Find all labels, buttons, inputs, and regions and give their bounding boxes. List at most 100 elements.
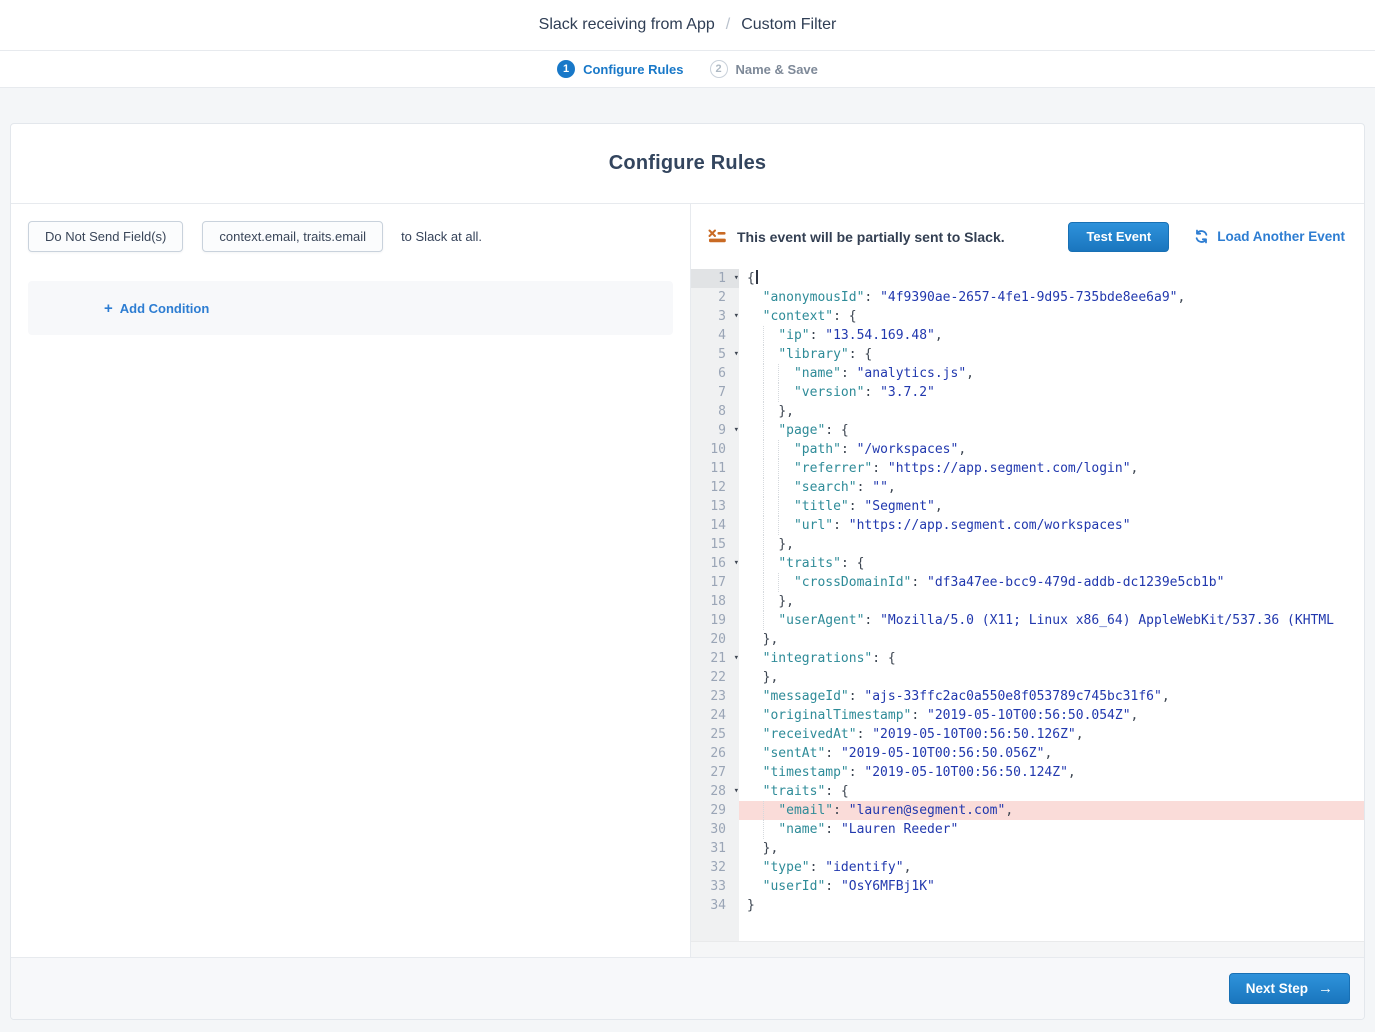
code-line: }, [739,839,1364,858]
fold-arrow-icon[interactable]: ▾ [734,650,739,667]
card-title-bar: Configure Rules [11,124,1364,204]
code-line: }, [739,592,1364,611]
line-number: 5▾ [691,345,739,364]
code-line: "title": "Segment", [739,497,1364,516]
fold-arrow-icon[interactable]: ▾ [734,270,739,287]
code-line: "url": "https://app.segment.com/workspac… [739,516,1364,535]
line-number: 12 [691,478,739,497]
code-line: "context": { [739,307,1364,326]
test-event-button[interactable]: Test Event [1068,222,1169,252]
add-condition-label: Add Condition [120,301,210,316]
code-line: "originalTimestamp": "2019-05-10T00:56:5… [739,706,1364,725]
card-footer: Next Step → [11,957,1364,1019]
fold-arrow-icon[interactable]: ▾ [734,783,739,800]
filter-action-dropdown[interactable]: Do Not Send Field(s) [28,221,183,252]
indent-guide [763,592,764,611]
rule-suffix-text: to Slack at all. [401,229,482,244]
breadcrumb-source[interactable]: Slack receiving from App [539,16,715,34]
next-step-button[interactable]: Next Step → [1229,973,1350,1004]
line-number: 21▾ [691,649,739,668]
line-number: 26 [691,744,739,763]
editor-code-area: { "anonymousId": "4f9390ae-2657-4fe1-9d9… [739,269,1364,941]
line-number: 18 [691,592,739,611]
breadcrumb-current: Custom Filter [741,16,836,34]
code-line: "page": { [739,421,1364,440]
line-number: 23 [691,687,739,706]
load-another-event-label: Load Another Event [1217,229,1345,244]
line-number: 24 [691,706,739,725]
code-line: "crossDomainId": "df3a47ee-bcc9-479d-add… [739,573,1364,592]
indent-guide [778,364,779,383]
code-line: "timestamp": "2019-05-10T00:56:50.124Z", [739,763,1364,782]
line-number: 32 [691,858,739,877]
code-line: "name": "Lauren Reeder" [739,820,1364,839]
indent-guide [763,820,764,839]
configure-rules-card: Configure Rules Do Not Send Field(s) con… [10,123,1365,1020]
indent-guide [763,801,764,820]
condition-box: + Add Condition [28,281,673,335]
line-number: 11 [691,459,739,478]
fold-arrow-icon[interactable]: ▾ [734,422,739,439]
step-name-and-save[interactable]: 2 Name & Save [710,60,818,78]
indent-guide [763,421,764,440]
code-line: "anonymousId": "4f9390ae-2657-4fe1-9d95-… [739,288,1364,307]
line-number: 14 [691,516,739,535]
filter-fields-icon [708,229,727,244]
line-number: 16▾ [691,554,739,573]
indent-guide [778,383,779,402]
indent-guide [778,573,779,592]
indent-guide [763,383,764,402]
fold-arrow-icon[interactable]: ▾ [734,308,739,325]
plus-icon: + [104,301,113,316]
line-number: 30 [691,820,739,839]
line-number: 25 [691,725,739,744]
load-another-event-button[interactable]: Load Another Event [1194,229,1345,244]
indent-guide [763,459,764,478]
code-line: }, [739,630,1364,649]
indent-guide [778,440,779,459]
editor-horizontal-scrollbar[interactable] [691,941,1364,957]
code-line: "receivedAt": "2019-05-10T00:56:50.126Z"… [739,725,1364,744]
code-line: } [739,896,1364,915]
indent-guide [763,402,764,421]
highlighted-code-line: "email": "lauren@segment.com", [739,801,1364,820]
page-title: Configure Rules [609,152,766,175]
indent-guide [763,326,764,345]
text-cursor [756,270,758,284]
event-preview-panel: This event will be partially sent to Sla… [691,204,1364,957]
indent-guide [763,573,764,592]
code-line: "type": "identify", [739,858,1364,877]
indent-guide [763,516,764,535]
code-line: "referrer": "https://app.segment.com/log… [739,459,1364,478]
line-number: 2 [691,288,739,307]
fold-arrow-icon[interactable]: ▾ [734,555,739,572]
json-code-editor[interactable]: 1▾23▾45▾6789▾10111213141516▾1718192021▾2… [691,269,1364,957]
add-condition-button[interactable]: + Add Condition [104,301,209,316]
code-line: "userAgent": "Mozilla/5.0 (X11; Linux x8… [739,611,1364,630]
code-line: "userId": "OsY6MFBj1K" [739,877,1364,896]
step-configure-rules[interactable]: 1 Configure Rules [557,60,683,78]
line-number: 17 [691,573,739,592]
code-line: "traits": { [739,782,1364,801]
fold-arrow-icon[interactable]: ▾ [734,346,739,363]
line-number: 3▾ [691,307,739,326]
steps-bar: 1 Configure Rules 2 Name & Save [0,51,1375,88]
indent-guide [778,497,779,516]
line-number: 27 [691,763,739,782]
indent-guide [778,459,779,478]
code-line: }, [739,668,1364,687]
indent-guide [778,478,779,497]
filter-fields-input[interactable]: context.email, traits.email [202,221,383,252]
line-number: 33 [691,877,739,896]
code-line: "traits": { [739,554,1364,573]
line-number: 6 [691,364,739,383]
line-number: 19 [691,611,739,630]
event-header: This event will be partially sent to Sla… [691,204,1364,269]
code-line: "messageId": "ajs-33ffc2ac0a550e8f053789… [739,687,1364,706]
indent-guide [763,345,764,364]
line-number: 1▾ [691,269,739,288]
indent-guide [763,440,764,459]
code-line: "path": "/workspaces", [739,440,1364,459]
line-number: 13 [691,497,739,516]
line-number: 7 [691,383,739,402]
